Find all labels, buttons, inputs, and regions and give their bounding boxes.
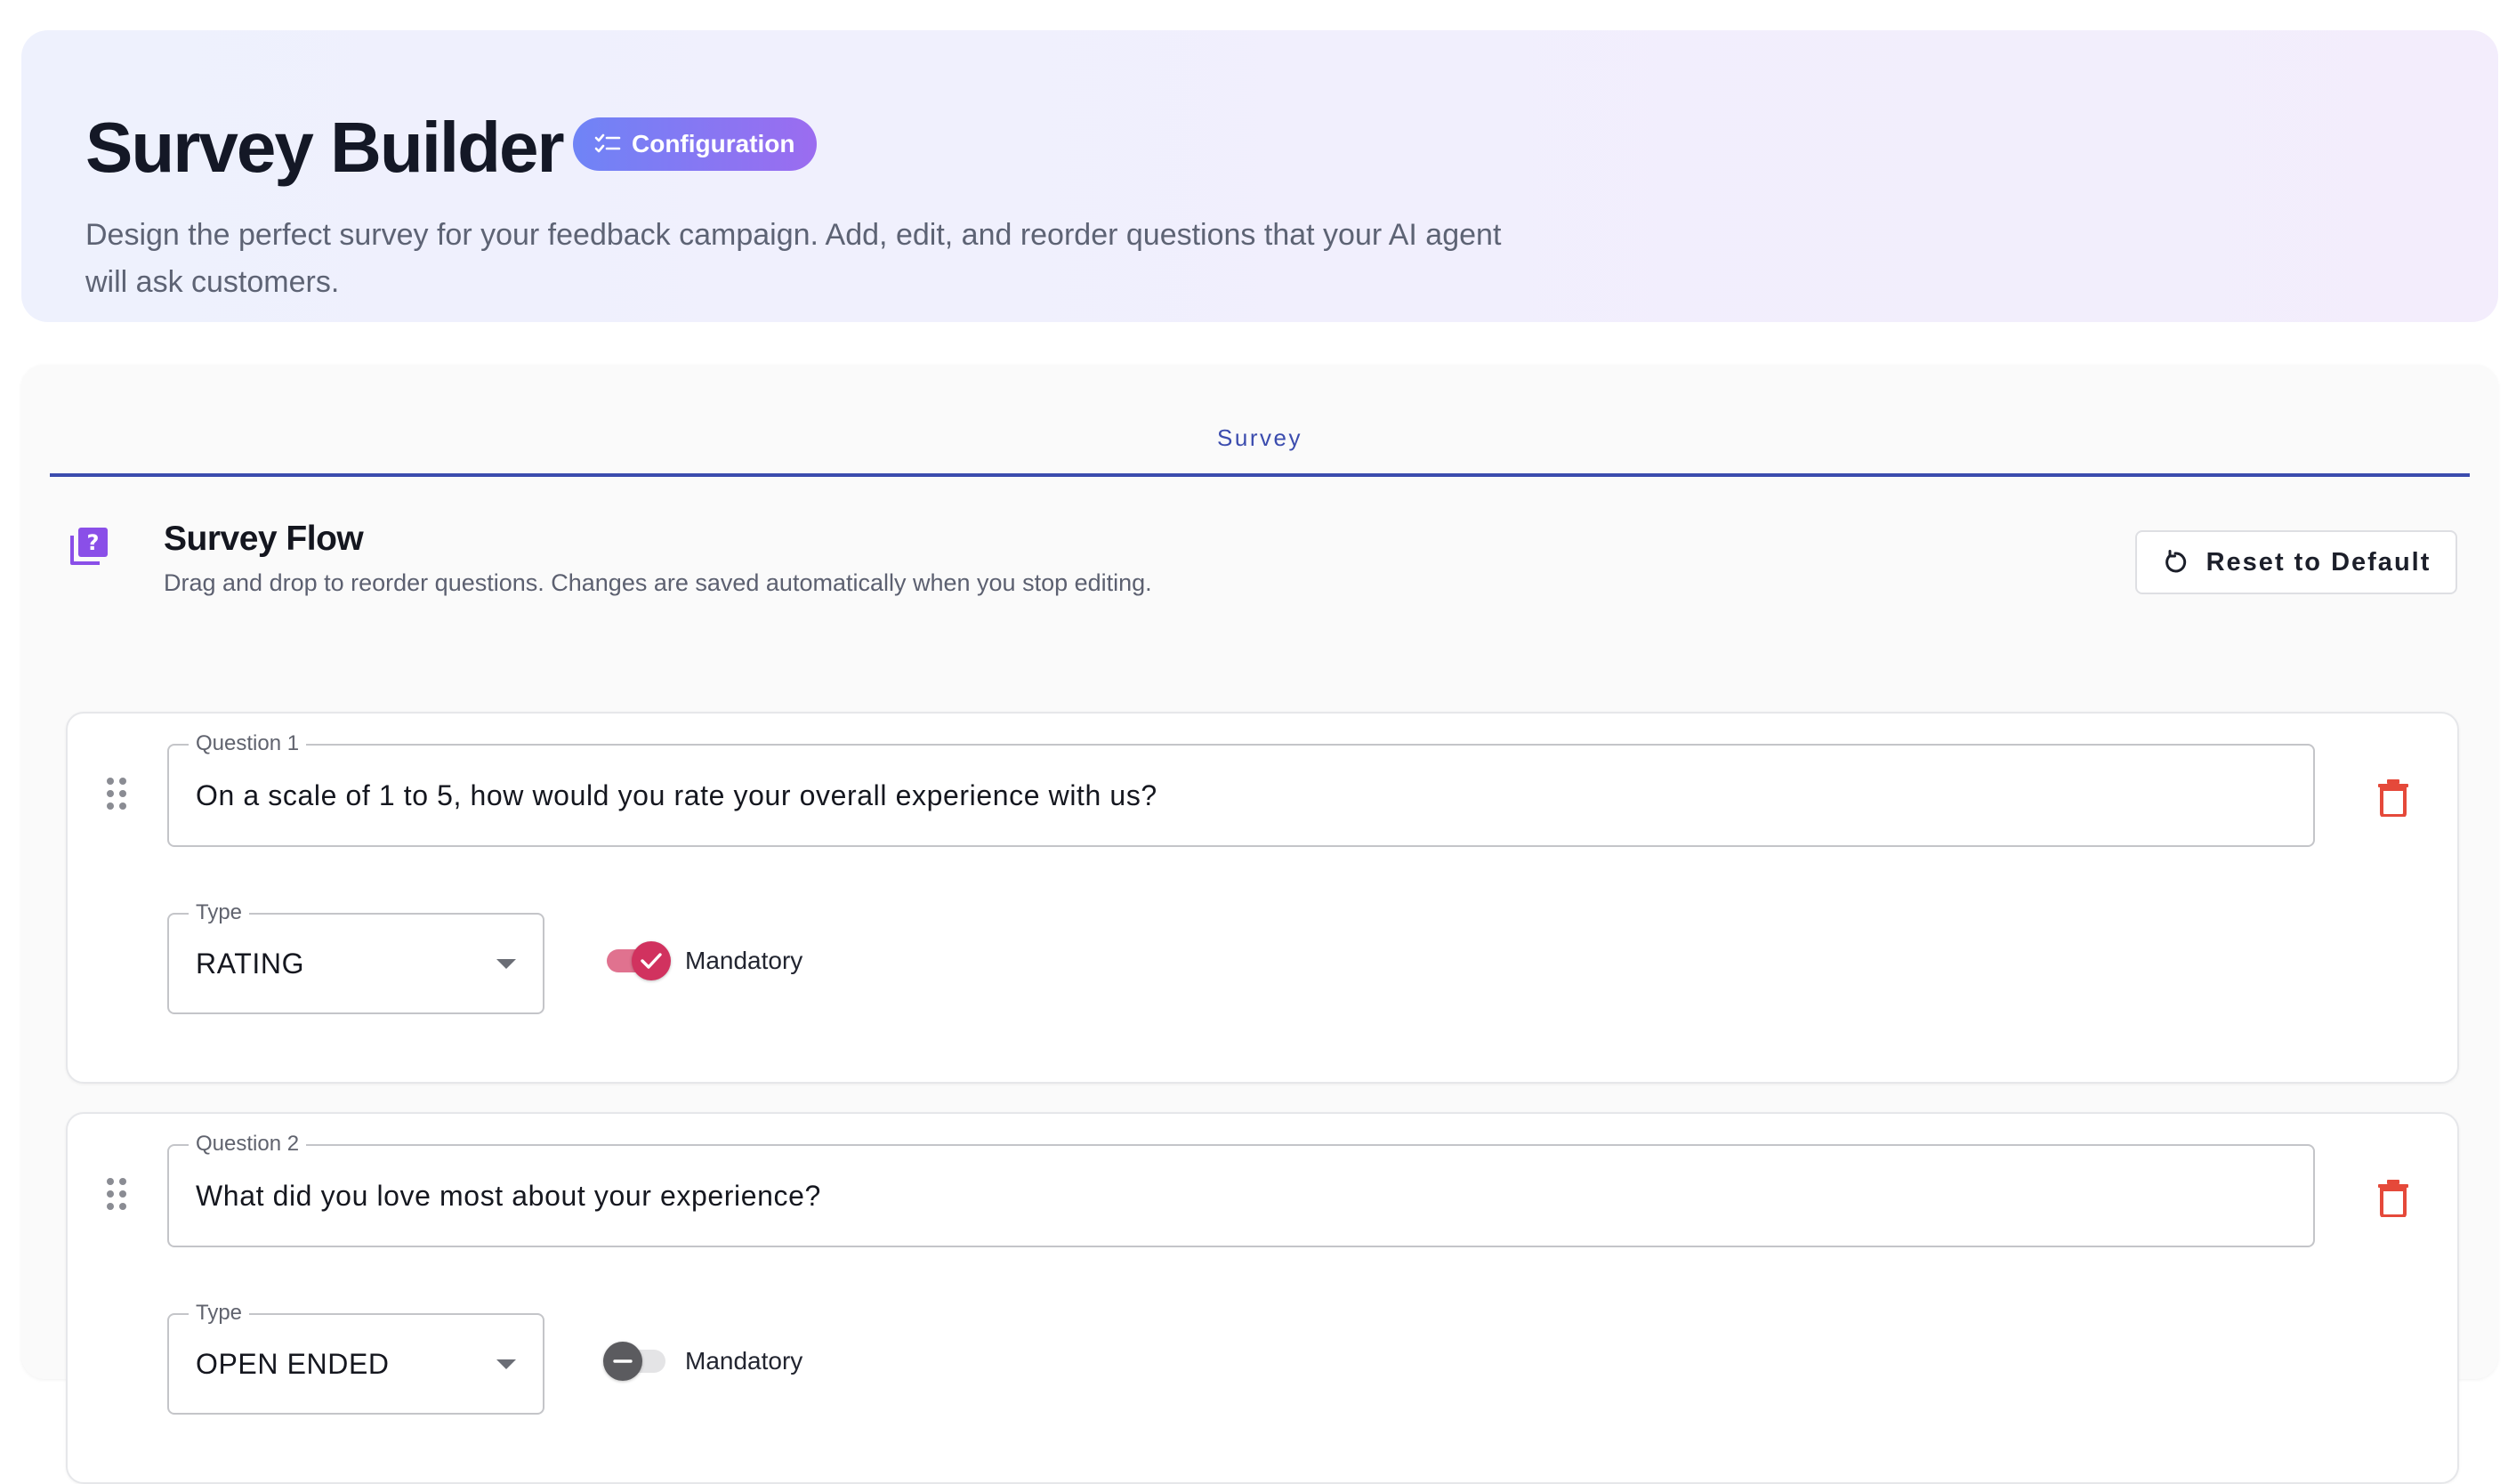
question-text-input[interactable]: Question 2 What did you love most about … bbox=[167, 1130, 2315, 1247]
reset-to-default-button[interactable]: Reset to Default bbox=[2135, 530, 2457, 594]
tab-indicator bbox=[50, 473, 2470, 477]
caret-down-icon bbox=[496, 1359, 516, 1369]
mandatory-label: Mandatory bbox=[685, 947, 803, 974]
type-value: OPEN ENDED bbox=[196, 1347, 390, 1380]
question-type-select[interactable]: Type OPEN ENDED bbox=[167, 1299, 544, 1415]
configuration-badge: Configuration bbox=[573, 117, 817, 171]
page-description: Design the perfect survey for your feedb… bbox=[85, 218, 1502, 299]
toggle-thumb bbox=[603, 1342, 642, 1381]
svg-text:?: ? bbox=[87, 530, 100, 555]
page-title: Survey Builder bbox=[85, 108, 565, 187]
question-card: Question 1 On a scale of 1 to 5, how wou… bbox=[66, 712, 2459, 1084]
section-title: Survey Flow bbox=[164, 520, 364, 558]
question-card: Question 2 What did you love most about … bbox=[66, 1112, 2459, 1484]
minus-icon bbox=[613, 1359, 633, 1363]
type-value: RATING bbox=[196, 947, 305, 980]
drag-handle-icon[interactable] bbox=[105, 1176, 128, 1212]
refresh-icon bbox=[2165, 550, 2186, 573]
badge-label: Configuration bbox=[632, 130, 795, 157]
trash-icon[interactable] bbox=[2375, 778, 2411, 817]
mandatory-toggle[interactable] bbox=[603, 1342, 671, 1381]
question-type-select[interactable]: Type RATING bbox=[167, 899, 544, 1014]
survey-panel: Survey ? Survey Flow Drag and drop to re… bbox=[21, 365, 2498, 1484]
section-subtitle: Drag and drop to reorder questions. Chan… bbox=[164, 569, 1152, 596]
checklist-icon bbox=[594, 133, 621, 153]
drag-handle-icon[interactable] bbox=[105, 776, 128, 811]
toggle-thumb bbox=[632, 941, 671, 980]
tab-survey[interactable]: Survey bbox=[50, 400, 2470, 475]
caret-down-icon bbox=[496, 959, 516, 969]
question-text-input[interactable]: Question 1 On a scale of 1 to 5, how wou… bbox=[167, 730, 2315, 847]
reset-button-label: Reset to Default bbox=[2206, 547, 2431, 577]
mandatory-toggle[interactable] bbox=[603, 941, 671, 980]
mandatory-label: Mandatory bbox=[685, 1347, 803, 1375]
question-text: What did you love most about your experi… bbox=[196, 1179, 821, 1212]
trash-icon[interactable] bbox=[2375, 1178, 2411, 1217]
quiz-icon: ? bbox=[70, 528, 108, 565]
page-header: Survey Builder Configuration Design the … bbox=[21, 30, 2498, 322]
check-icon bbox=[641, 953, 662, 969]
question-text: On a scale of 1 to 5, how would you rate… bbox=[196, 778, 1157, 811]
tab-survey-label: Survey bbox=[1217, 423, 1302, 451]
